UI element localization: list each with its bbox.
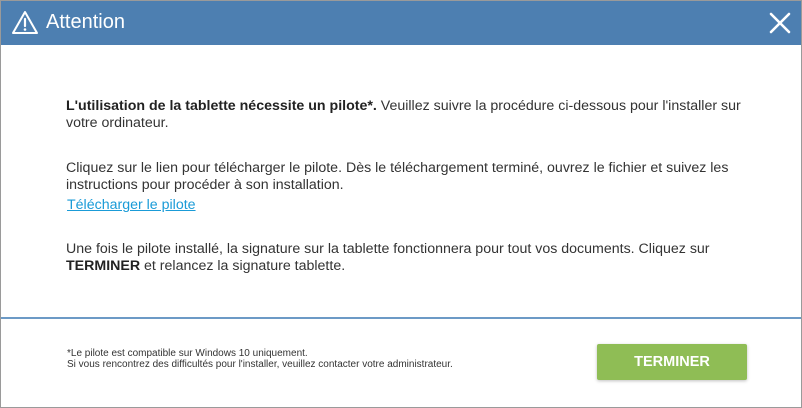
finish-text-after: et relancez la signature tablette.: [140, 258, 346, 274]
footer-note-line-2: Si vous rencontrez des difficultés pour …: [67, 359, 453, 370]
driver-dialog: Attention L'utilisation de la tablette n…: [0, 0, 802, 408]
intro-paragraph: L'utilisation de la tablette nécessite u…: [66, 98, 746, 132]
footer-separator: [1, 317, 801, 319]
dialog-titlebar: Attention: [1, 1, 801, 45]
download-driver-link[interactable]: Télécharger le pilote: [67, 197, 196, 214]
finish-paragraph: Une fois le pilote installé, la signatur…: [66, 241, 746, 275]
instructions-paragraph: Cliquez sur le lien pour télécharger le …: [66, 160, 729, 193]
warning-triangle-icon: [12, 11, 38, 34]
finish-bold-text: TERMINER: [66, 258, 141, 274]
dialog-title: Attention: [46, 11, 125, 33]
finish-text-before: Une fois le pilote installé, la signatur…: [66, 241, 710, 257]
close-icon[interactable]: [767, 10, 793, 36]
footer-note-line-1: *Le pilote est compatible sur Windows 10…: [67, 348, 308, 359]
intro-bold-text: L'utilisation de la tablette nécessite u…: [66, 98, 377, 114]
finish-button[interactable]: TERMINER: [597, 344, 747, 380]
footer-note: *Le pilote est compatible sur Windows 10…: [67, 348, 453, 370]
